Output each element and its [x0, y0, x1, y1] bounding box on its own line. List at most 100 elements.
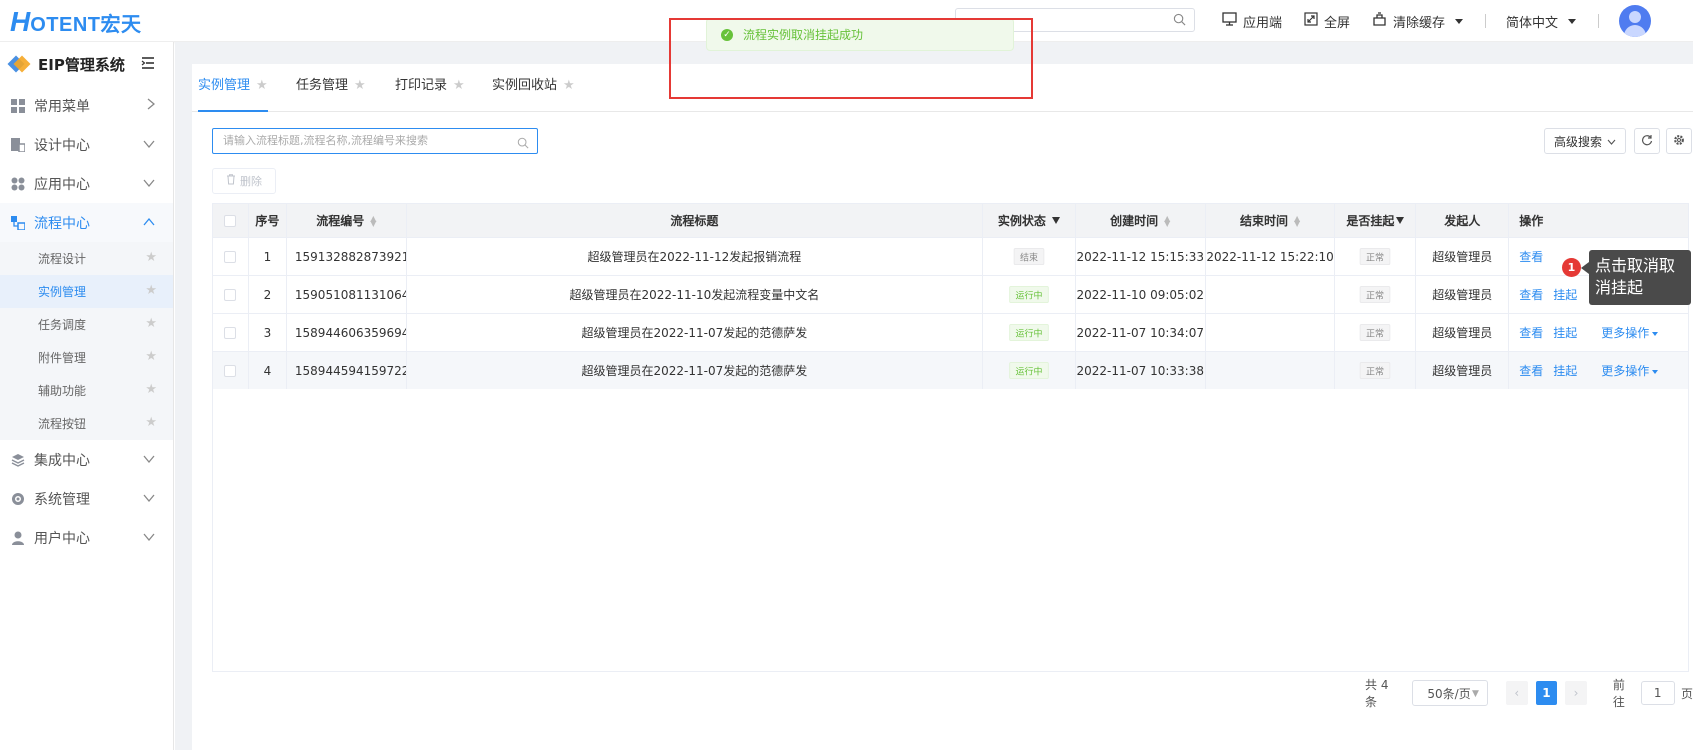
page-suffix: 页	[1680, 686, 1693, 701]
next-page-button[interactable]: ›	[1565, 681, 1587, 705]
user-avatar[interactable]	[1619, 5, 1652, 37]
status-badge: 运行中	[1009, 361, 1049, 380]
cell-initiator: 超级管理员	[1416, 276, 1510, 313]
view-link[interactable]: 查看	[1519, 362, 1543, 379]
step-badge: 1	[1562, 258, 1581, 277]
header-suspended[interactable]: 是否挂起	[1335, 204, 1417, 237]
system-logo-icon	[7, 54, 31, 74]
table-row[interactable]: 2 159051081131064... 超级管理员在2022-11-10发起流…	[213, 275, 1688, 313]
settings-button[interactable]	[1666, 128, 1692, 154]
star-icon[interactable]: ★	[354, 78, 366, 93]
cell-flow-no: 159051081131064...	[287, 276, 407, 313]
clear-cache-button[interactable]: 清除缓存	[1372, 12, 1464, 31]
sidebar-item-app-center[interactable]: 应用中心	[0, 164, 173, 203]
star-icon[interactable]: ★	[145, 349, 157, 364]
cell-seq: 4	[249, 352, 287, 389]
header-create-time[interactable]: 创建时间 ▲ ▼	[1076, 204, 1206, 237]
sidebar-item-flow-center[interactable]: 流程中心	[0, 203, 173, 242]
search-icon[interactable]	[517, 134, 529, 158]
brand-logo[interactable]: H OTENT宏天	[10, 6, 142, 37]
star-icon[interactable]: ★	[145, 283, 157, 298]
sidebar-item-flow-buttons[interactable]: 流程按钮 ★	[0, 407, 173, 440]
star-icon[interactable]: ★	[145, 250, 157, 265]
header-flow-title: 流程标题	[407, 204, 983, 237]
more-actions-dropdown[interactable]: 更多操作	[1601, 362, 1659, 379]
language-select[interactable]: 简体中文	[1506, 12, 1577, 31]
refresh-button[interactable]	[1634, 128, 1660, 154]
cell-create-time: 2022-11-07 10:33:38	[1076, 352, 1206, 389]
app-client-button[interactable]: 应用端	[1222, 12, 1282, 31]
star-icon[interactable]: ★	[256, 78, 268, 93]
sort-icon[interactable]: ▲ ▼	[370, 214, 376, 227]
sidebar-item-auxiliary-functions[interactable]: 辅助功能 ★	[0, 374, 173, 407]
header-checkbox-cell	[213, 204, 249, 237]
cell-seq: 2	[249, 276, 287, 313]
table-row[interactable]: 4 158944594159722... 超级管理员在2022-11-07发起的…	[213, 351, 1688, 389]
tab-instance-recycle-bin[interactable]: 实例回收站 ★	[492, 64, 575, 112]
row-checkbox[interactable]	[224, 288, 237, 301]
page-size-select[interactable]: 50条/页 ▼	[1412, 680, 1488, 706]
refresh-icon	[1641, 134, 1653, 149]
sidebar-item-common-menu[interactable]: 常用菜单	[0, 86, 173, 125]
caret-down-icon	[1652, 331, 1659, 336]
table-row[interactable]: 1 159132882873921... 超级管理员在2022-11-12发起报…	[213, 237, 1688, 275]
tab-print-records[interactable]: 打印记录 ★	[395, 64, 465, 112]
chevron-down-icon	[1568, 18, 1577, 24]
view-link[interactable]: 查看	[1519, 248, 1543, 265]
sidebar-item-user-center[interactable]: 用户中心	[0, 518, 173, 557]
cell-operations: 查看 挂起 更多操作	[1509, 352, 1688, 389]
header-flow-no[interactable]: 流程编号 ▲ ▼	[287, 204, 407, 237]
prev-page-button[interactable]: ‹	[1505, 681, 1528, 705]
table-header: 序号 流程编号 ▲ ▼ 流程标题 实例状态 创建时间 ▲ ▼ 结束时间 ▲ ▼ 是否挂起 发…	[213, 204, 1688, 237]
view-link[interactable]: 查看	[1519, 286, 1543, 303]
status-badge: 结束	[1013, 247, 1045, 266]
filter-icon[interactable]	[1396, 217, 1405, 224]
row-checkbox[interactable]	[224, 364, 237, 377]
view-link[interactable]: 查看	[1519, 324, 1543, 341]
tab-instance-management[interactable]: 实例管理 ★	[198, 64, 268, 112]
more-actions-dropdown[interactable]: 更多操作	[1601, 324, 1659, 341]
avatar-head	[1629, 11, 1642, 23]
page-number-current[interactable]: 1	[1535, 681, 1558, 705]
sidebar: EIP管理系统 常用菜单 设计中心 应用中心 流程中心 流程设计 ★ 实例管理 ★ …	[0, 42, 174, 750]
table-row[interactable]: 3 158944606359694... 超级管理员在2022-11-07发起的…	[213, 313, 1688, 351]
sidebar-item-instance-management[interactable]: 实例管理 ★	[0, 275, 173, 308]
tab-task-management[interactable]: 任务管理 ★	[296, 64, 366, 112]
sidebar-item-attachment-management[interactable]: 附件管理 ★	[0, 341, 173, 374]
sidebar-item-design-center[interactable]: 设计中心	[0, 125, 173, 164]
instruction-tooltip: 点击取消取消挂起	[1589, 250, 1691, 305]
sidebar-item-flow-design[interactable]: 流程设计 ★	[0, 242, 173, 275]
grid-icon	[10, 98, 26, 114]
advanced-search-button[interactable]: 高级搜索	[1544, 128, 1626, 154]
suspend-link[interactable]: 挂起	[1553, 362, 1577, 379]
star-icon[interactable]: ★	[145, 382, 157, 397]
select-all-checkbox[interactable]	[224, 214, 237, 227]
star-icon[interactable]: ★	[453, 78, 465, 93]
sidebar-item-integration-center[interactable]: 集成中心	[0, 440, 173, 479]
chevron-down-icon	[143, 452, 155, 466]
status-badge: 运行中	[1009, 323, 1049, 342]
delete-button[interactable]: 删除	[212, 168, 276, 194]
sort-icon[interactable]: ▲ ▼	[1164, 214, 1170, 227]
cell-seq: 3	[249, 314, 287, 351]
star-icon[interactable]: ★	[563, 78, 575, 93]
sidebar-item-system-management[interactable]: 系统管理	[0, 479, 173, 518]
fullscreen-button[interactable]: 全屏	[1304, 12, 1350, 31]
row-checkbox[interactable]	[224, 326, 237, 339]
filter-icon[interactable]	[1051, 217, 1060, 224]
suspend-link[interactable]: 挂起	[1553, 324, 1577, 341]
header-instance-state[interactable]: 实例状态	[983, 204, 1076, 237]
goto-page-input[interactable]: 1	[1640, 681, 1675, 705]
trash-icon	[226, 174, 236, 188]
flow-search-input[interactable]: 请输入流程标题,流程名称,流程编号来搜索	[212, 128, 538, 154]
row-checkbox[interactable]	[224, 250, 237, 263]
sort-icon[interactable]: ▲ ▼	[1294, 214, 1300, 227]
star-icon[interactable]: ★	[145, 415, 157, 430]
suspend-link[interactable]: 挂起	[1553, 286, 1577, 303]
header-actions: 应用端 全屏 清除缓存 简体中文	[1222, 0, 1652, 42]
sidebar-item-task-scheduling[interactable]: 任务调度 ★	[0, 308, 173, 341]
cell-flow-title: 超级管理员在2022-11-07发起的范德萨发	[407, 352, 983, 389]
menu-collapse-icon[interactable]	[141, 55, 155, 73]
header-end-time[interactable]: 结束时间 ▲ ▼	[1206, 204, 1336, 237]
star-icon[interactable]: ★	[145, 316, 157, 331]
